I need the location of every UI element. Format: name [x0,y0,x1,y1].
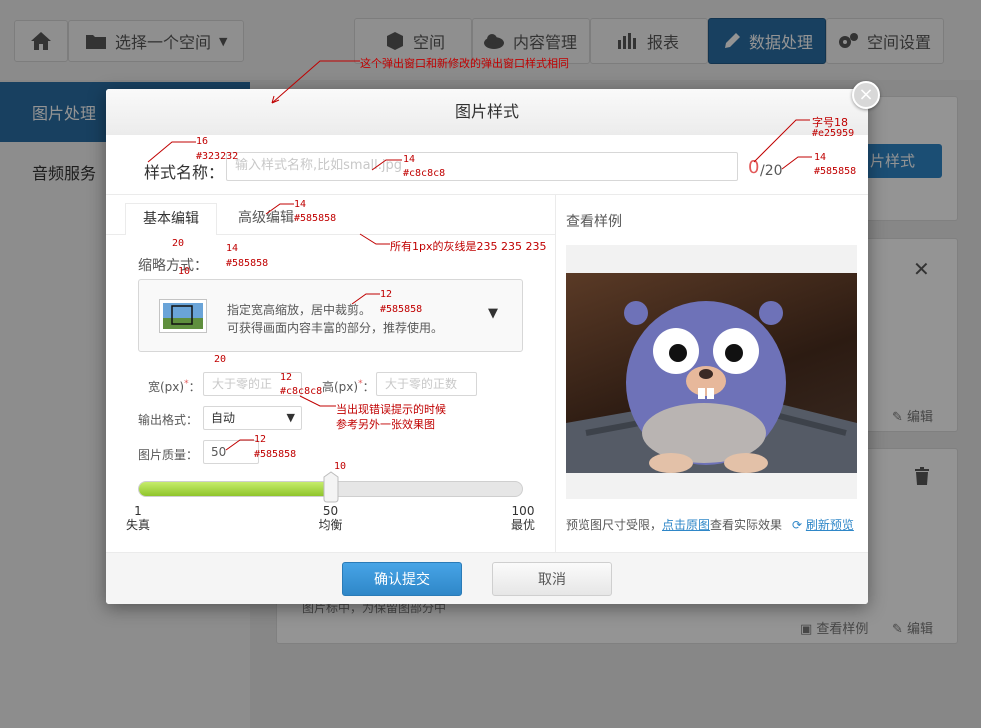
scale-mode-label: 缩略方式： [138,258,208,274]
annotation: 参考另外一张效果图 [336,418,435,431]
annotation-arrow [225,439,254,451]
confirm-label: 确认提交 [374,572,430,588]
scale-option-line2: 可获得画面内容丰富的部分，推荐使用。 [227,321,444,335]
annotation-arrow [299,395,336,407]
dialog-title: 图片样式 [454,102,519,121]
style-name-input[interactable]: 输入样式名称,比如small.jpg [226,152,738,181]
preview-header: 查看样例 [566,214,622,230]
annotation-arrow [271,60,360,104]
refresh-icon: ⟳ [792,518,806,532]
dialog-close-button[interactable]: × [852,81,880,109]
annotation: 14 [403,154,416,165]
height-placeholder: 大于零的正数 [385,377,458,391]
slider-tick-label: 均衡 [318,518,343,532]
annotation: 20 [172,238,185,249]
quality-label: 图片质量： [138,448,199,462]
tab-label: 基本编辑 [143,211,199,227]
close-icon: × [858,84,874,105]
annotation: 当出现错误提示的时候 [336,403,446,416]
annotation-arrow [359,233,390,245]
annotation: 14 [226,243,239,254]
annotation-arrow [781,156,812,170]
preview-note: 预览图尺寸受限，点击原图查看实际效果 [566,518,783,532]
gopher-plush-illustration [566,301,857,473]
output-format-select[interactable]: 自动 ▼ [203,406,302,430]
preview-image [566,273,857,473]
annotation-arrow [371,159,402,171]
annotation: #585858 [380,304,423,315]
annotation: 14 [814,152,827,163]
slider-tick-value: 50 [322,504,339,518]
caret-down-icon: ▼ [286,411,295,424]
preview-area [566,245,857,499]
annotation: 20 [214,354,227,365]
cancel-label: 取消 [538,572,566,588]
annotation: #585858 [226,258,269,269]
dialog-footer [106,552,868,604]
cancel-button[interactable]: 取消 [492,562,612,596]
annotation: #323232 [196,151,239,162]
slider-tick-value: 1 [134,504,142,518]
annotation: 10 [334,461,347,472]
annotation: #585858 [814,166,857,177]
annotation: #585858 [294,213,337,224]
annotation: 10 [178,266,191,277]
column-divider [555,194,556,552]
annotation: #c8c8c8 [403,168,446,179]
slider-tick-label: 失真 [125,518,150,532]
scale-mode-select[interactable]: 指定宽高缩放，居中裁剪。 可获得画面内容丰富的部分，推荐使用。 ▼ [138,279,523,352]
annotation: #585858 [254,449,297,460]
annotation: 所有1px的灰线是235 235 235 [390,240,547,253]
width-label: 宽(px)*： [148,379,201,394]
width-placeholder: 大于零的正 [212,377,273,391]
annotation-arrow [265,203,294,215]
crop-center-icon [159,299,207,333]
slider-tick-label: 最优 [510,518,535,532]
style-dialog: 图片样式 样式名称： 输入样式名称,比如small.jpg 0 /20 基本编辑… [106,89,868,604]
confirm-button[interactable]: 确认提交 [342,562,462,596]
height-input[interactable]: 大于零的正数 [376,372,477,396]
refresh-preview-link[interactable]: ⟳ 刷新预览 [792,516,854,533]
output-format-value: 自动 [211,411,236,425]
annotation-arrow [147,141,196,163]
refresh-label: 刷新预览 [805,518,854,532]
quality-slider-handle[interactable] [321,471,341,503]
divider [106,194,868,195]
slider-tick: 50 均衡 [311,504,351,532]
annotation: #e25959 [812,128,855,139]
tab-basic-edit[interactable]: 基本编辑 [125,203,217,235]
slider-tick-value: 100 [511,504,535,518]
annotation: 这个弹出窗口和新修改的弹出窗口样式相同 [360,57,569,70]
annotation: 12 [280,372,293,383]
output-format-label: 输出格式： [138,413,199,427]
caret-down-icon: ▼ [488,306,498,321]
height-label: 高(px)*： [322,379,375,394]
annotation-arrow [351,293,380,305]
slider-tick: 1 失真 [118,504,158,532]
slider-tick: 100 最优 [503,504,543,532]
original-image-link[interactable]: 点击原图 [662,518,710,532]
quality-slider-fill [139,482,331,496]
